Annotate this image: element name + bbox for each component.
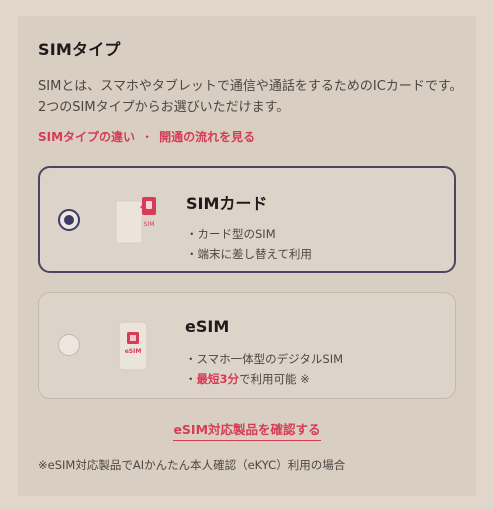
page-frame: SIMタイプ SIMとは、スマホやタブレットで通信や通話をするためのICカードで…	[0, 0, 494, 509]
sim-card-line-2: ・端末に差し替えて利用	[186, 247, 312, 261]
esim-compatible-link-wrap: eSIM対応製品を確認する	[18, 419, 476, 441]
sim-icon-label: SIM	[144, 221, 155, 228]
option-title-esim: eSIM	[185, 317, 230, 336]
radio-sim-card[interactable]	[58, 209, 80, 231]
radio-esim[interactable]	[58, 334, 80, 356]
activation-flow-link[interactable]: 開通の流れを見る	[159, 128, 255, 145]
option-sim-card[interactable]: SIM SIMカード ・カード型のSIM ・端末に差し替えて利用	[38, 166, 456, 273]
sim-card-icon: SIM	[115, 197, 156, 244]
esim-line-2-prefix: ・	[185, 372, 197, 386]
esim-phone-icon: eSIM	[118, 321, 148, 371]
esim-fastest-highlight: 最短3分	[196, 372, 240, 386]
sim-type-card: SIMタイプ SIMとは、スマホやタブレットで通信や通話をするためのICカードで…	[18, 16, 476, 496]
sim-card-line-1: ・カード型のSIM	[186, 227, 276, 241]
esim-compatible-devices-link[interactable]: eSIM対応製品を確認する	[173, 422, 321, 441]
sim-difference-link[interactable]: SIMタイプの違い	[38, 128, 135, 145]
esim-icon-label: eSIM	[125, 348, 142, 355]
option-title-sim-card: SIMカード	[186, 194, 268, 213]
link-separator: ・	[141, 130, 154, 144]
section-title: SIMタイプ	[38, 40, 121, 59]
section-description: SIMとは、スマホやタブレットで通信や通話をするためのICカードです。2つのSI…	[38, 79, 463, 115]
info-links: SIMタイプの違い・開通の流れを見る	[38, 128, 255, 145]
footnote: ※eSIM対応製品でAIかんたん本人確認（eKYC）利用の場合	[38, 458, 346, 472]
esim-line-1: ・スマホ一体型のデジタルSIM	[185, 352, 344, 366]
esim-line-2-suffix: で利用可能 ※	[239, 372, 310, 386]
esim-line-2: ・最短3分で利用可能 ※	[185, 371, 310, 387]
option-esim[interactable]: eSIM eSIM ・スマホ一体型のデジタルSIM ・最短3分で利用可能 ※	[38, 292, 456, 399]
